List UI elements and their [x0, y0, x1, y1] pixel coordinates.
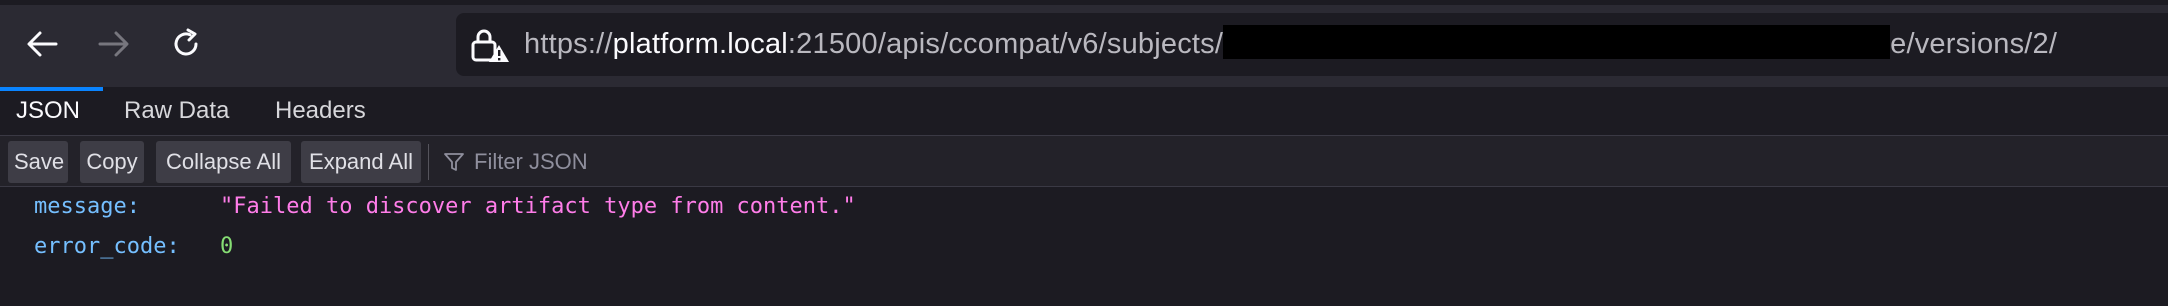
browser-toolbar: https://platform.local:21500/apis/ccompa…: [0, 0, 2168, 87]
url-path: :21500/apis/ccompat/v6/subjects/: [787, 28, 1224, 60]
json-key: error_code:: [34, 234, 180, 259]
json-tree: message: "Failed to discover artifact ty…: [0, 187, 2168, 306]
window-top-edge: [0, 0, 2168, 5]
back-arrow-icon: [27, 31, 58, 57]
json-key: message:: [34, 194, 140, 219]
redacted-block: [1223, 25, 1891, 59]
tab-raw-data[interactable]: Raw Data: [124, 87, 229, 135]
reload-icon: [174, 28, 198, 56]
reload-button[interactable]: [166, 24, 206, 64]
collapse-all-button[interactable]: Collapse All: [156, 141, 291, 183]
filter-placeholder: Filter JSON: [474, 149, 588, 174]
copy-button[interactable]: Copy: [80, 141, 144, 183]
json-viewer-tabs: JSON Raw Data Headers: [0, 87, 2168, 136]
tab-json[interactable]: JSON: [16, 87, 80, 135]
forward-button[interactable]: [94, 24, 134, 64]
json-toolbar: Save Copy Collapse All Expand All Filter…: [0, 136, 2168, 187]
tab-headers[interactable]: Headers: [275, 87, 366, 135]
save-button[interactable]: Save: [8, 141, 68, 183]
back-button[interactable]: [22, 24, 62, 64]
url-host: platform.local: [612, 28, 788, 60]
expand-all-button[interactable]: Expand All: [301, 141, 421, 183]
json-value: 0: [220, 234, 234, 259]
insecure-lock-icon[interactable]: [470, 27, 510, 63]
url-path-end: e/versions/2/: [1890, 28, 2058, 60]
filter-icon: [444, 153, 464, 171]
toolbar-divider: [428, 144, 429, 180]
url-text[interactable]: https://platform.local:21500/apis/ccompa…: [524, 13, 2057, 76]
forward-arrow-icon: [98, 31, 129, 57]
url-scheme: https://: [524, 28, 613, 60]
json-value: "Failed to discover artifact type from c…: [220, 194, 856, 219]
url-bar[interactable]: https://platform.local:21500/apis/ccompa…: [456, 13, 2168, 76]
